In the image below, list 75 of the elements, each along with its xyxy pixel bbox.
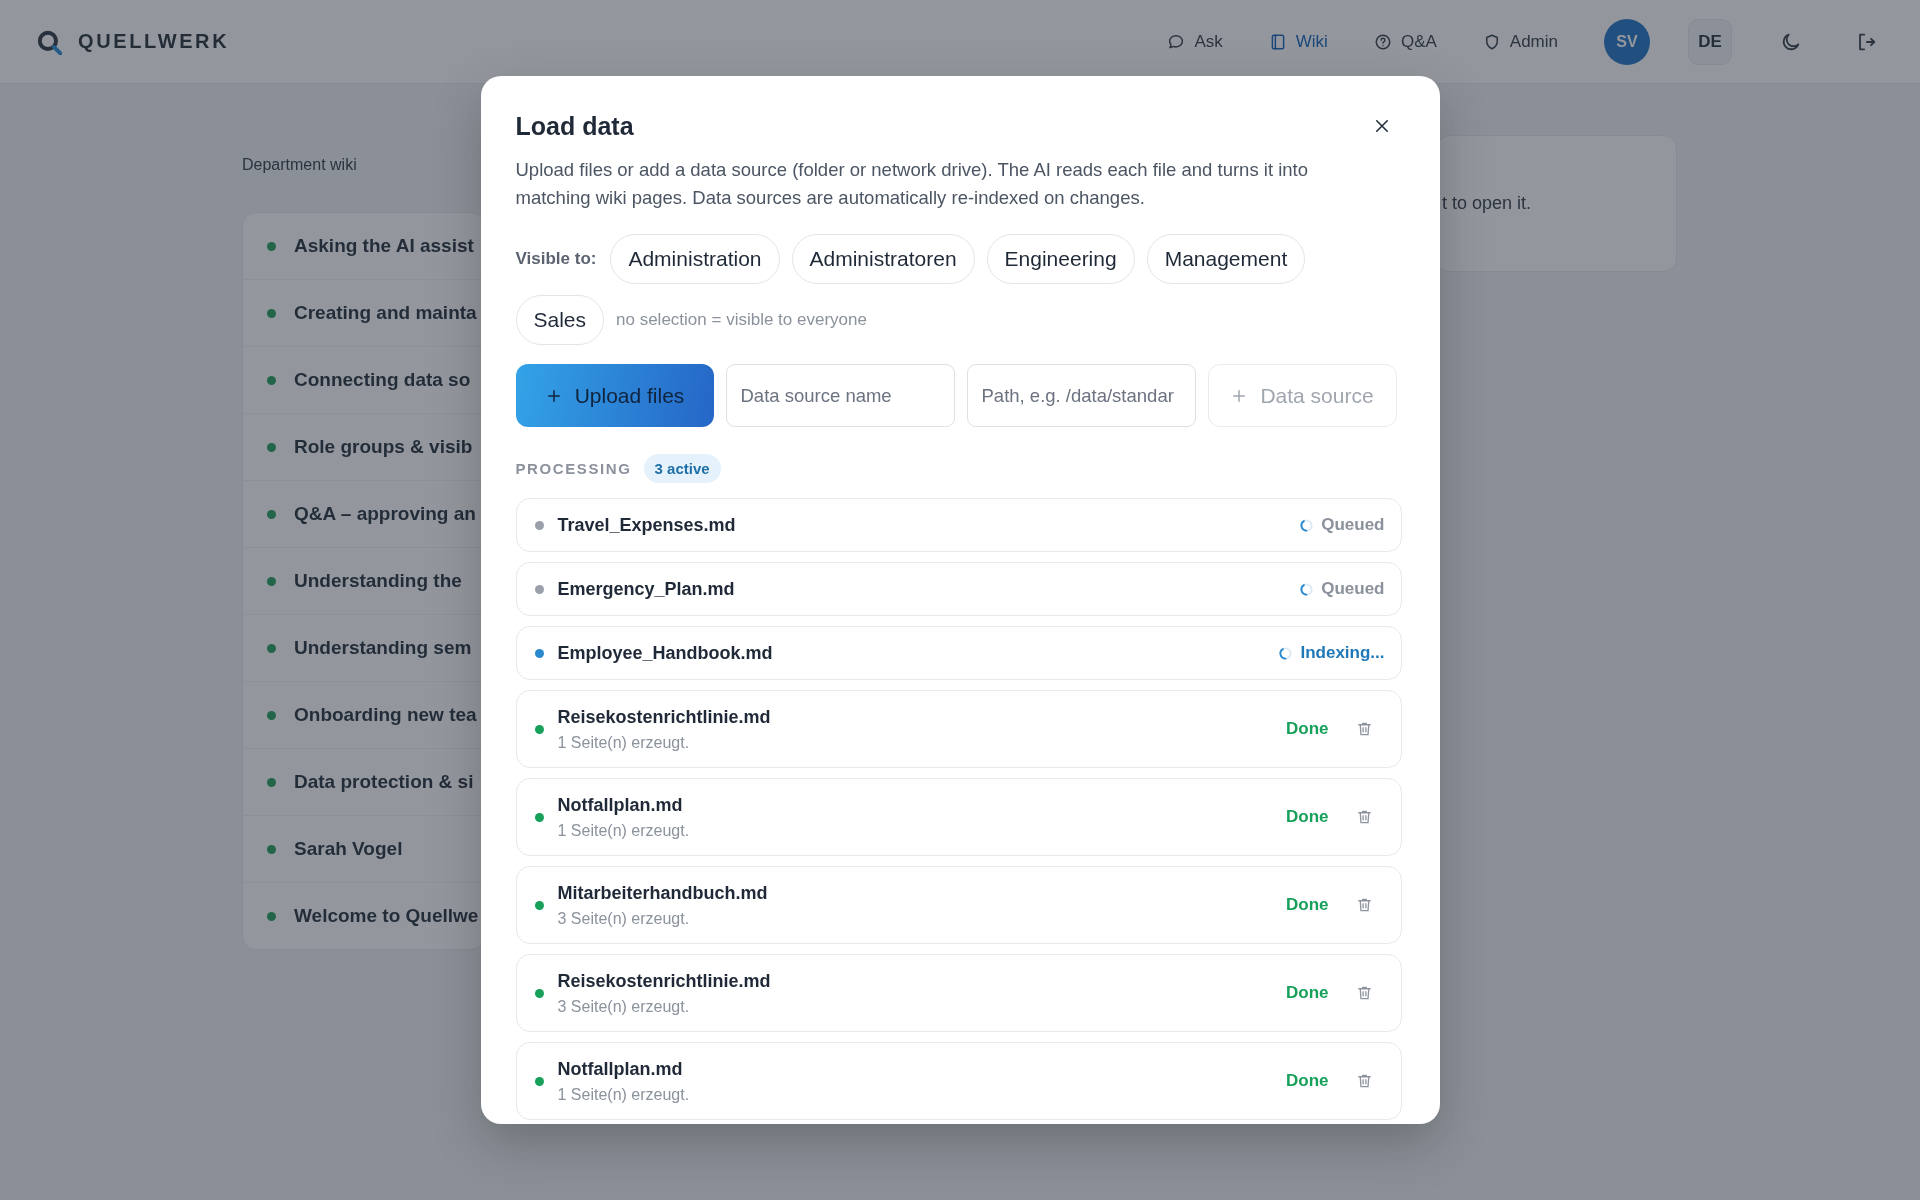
trash-icon: [1356, 896, 1373, 914]
dot-icon: [267, 241, 276, 251]
file-detail: 3 Seite(n) erzeugt.: [557, 909, 691, 928]
dot-icon: [267, 442, 276, 452]
status-label: Done: [1286, 719, 1329, 739]
logo-icon: [36, 28, 62, 55]
group-chip[interactable]: Sales: [515, 295, 605, 345]
status-label: Done: [1286, 895, 1329, 915]
nav-link[interactable]: Ask: [1157, 23, 1233, 60]
file-name: Reisekostenrichtlinie.md: [557, 706, 771, 728]
status-dot-icon: [534, 724, 544, 734]
file-name: Notfallplan.md: [557, 794, 684, 816]
dot-icon: [267, 576, 276, 586]
dot-icon: [267, 844, 276, 854]
status-label: Queued: [1321, 579, 1385, 599]
status-dot-icon: [534, 812, 544, 822]
file-name: Reisekostenrichtlinie.md: [557, 970, 771, 992]
count-badge: 3 active: [643, 454, 721, 483]
nav-link[interactable]: Admin: [1472, 23, 1568, 60]
trash-icon: [1356, 808, 1373, 826]
dot-icon: [267, 911, 276, 921]
trash-icon: [1356, 1072, 1373, 1090]
visible-to-label: Visible to:: [515, 249, 597, 269]
file-name: Emergency_Plan.md: [557, 578, 735, 600]
question-circle-icon: [1373, 32, 1392, 51]
page-list-item[interactable]: Welcome to Quellwe: [243, 883, 484, 949]
status-label: Indexing...: [1300, 643, 1385, 663]
upload-button[interactable]: Upload files: [515, 364, 714, 427]
status-dot-icon: [534, 520, 544, 530]
file-detail: 1 Seite(n) erzeugt.: [557, 1085, 690, 1104]
status-label: Done: [1286, 983, 1329, 1003]
file-detail: 3 Seite(n) erzeugt.: [557, 997, 691, 1016]
chat-icon: [1167, 32, 1186, 51]
user-avatar[interactable]: SV: [1604, 18, 1650, 65]
file-name: Employee_Handbook.md: [557, 642, 773, 664]
status-label: Queued: [1321, 515, 1385, 535]
dot-icon: [267, 777, 276, 787]
status-dot-icon: [534, 1076, 544, 1086]
dot-icon: [267, 643, 276, 653]
brand-name: QUELLWERK: [78, 30, 230, 53]
file-name: Notfallplan.md: [557, 1058, 684, 1080]
status-dot-icon: [534, 584, 544, 594]
dot-icon: [267, 509, 276, 519]
group-chip[interactable]: Engineering: [986, 234, 1135, 284]
visibility-hint: no selection = visible to everyone: [616, 310, 867, 330]
nav-link[interactable]: Wiki: [1258, 23, 1338, 60]
dialog-description: Upload files or add a data source (folder or network drive). The AI reads each file and turns it into matching wiki pages. Data sources are automatically re-indexed on changes.: [515, 158, 1309, 210]
dot-icon: [267, 375, 276, 385]
data-source-name-field[interactable]: Data source name: [725, 364, 955, 427]
group-chip[interactable]: Management: [1146, 234, 1306, 284]
file-detail: 1 Seite(n) erzeugt.: [557, 821, 690, 840]
status-dot-icon: [534, 648, 544, 658]
file-detail: 1 Seite(n) erzeugt.: [557, 733, 691, 752]
nav-link[interactable]: Q&A: [1363, 23, 1447, 60]
language-button[interactable]: DE: [1688, 18, 1732, 65]
spinner-icon: [1278, 645, 1294, 661]
status-dot-icon: [534, 988, 544, 998]
spinner-icon: [1299, 581, 1315, 597]
dot-icon: [267, 308, 276, 318]
status-label: Done: [1286, 1071, 1329, 1091]
file-name: Travel_Expenses.md: [557, 514, 736, 536]
group-chip[interactable]: Administratoren: [791, 234, 975, 284]
hint-text: t to open it.: [1442, 193, 1532, 214]
trash-icon: [1356, 720, 1373, 738]
group-chip[interactable]: Administration: [610, 234, 780, 284]
path-field[interactable]: Path, e.g. /data/standar: [966, 364, 1196, 427]
trash-icon: [1356, 984, 1373, 1002]
section-label: Department wiki: [242, 155, 358, 175]
spinner-icon: [1299, 517, 1315, 533]
status-dot-icon: [534, 900, 544, 910]
dot-icon: [267, 710, 276, 720]
dialog-title: Load data: [515, 111, 634, 141]
section-heading: PROCESSING: [515, 460, 632, 477]
file-name: Mitarbeiterhandbuch.md: [557, 882, 768, 904]
status-label: Done: [1286, 807, 1329, 827]
